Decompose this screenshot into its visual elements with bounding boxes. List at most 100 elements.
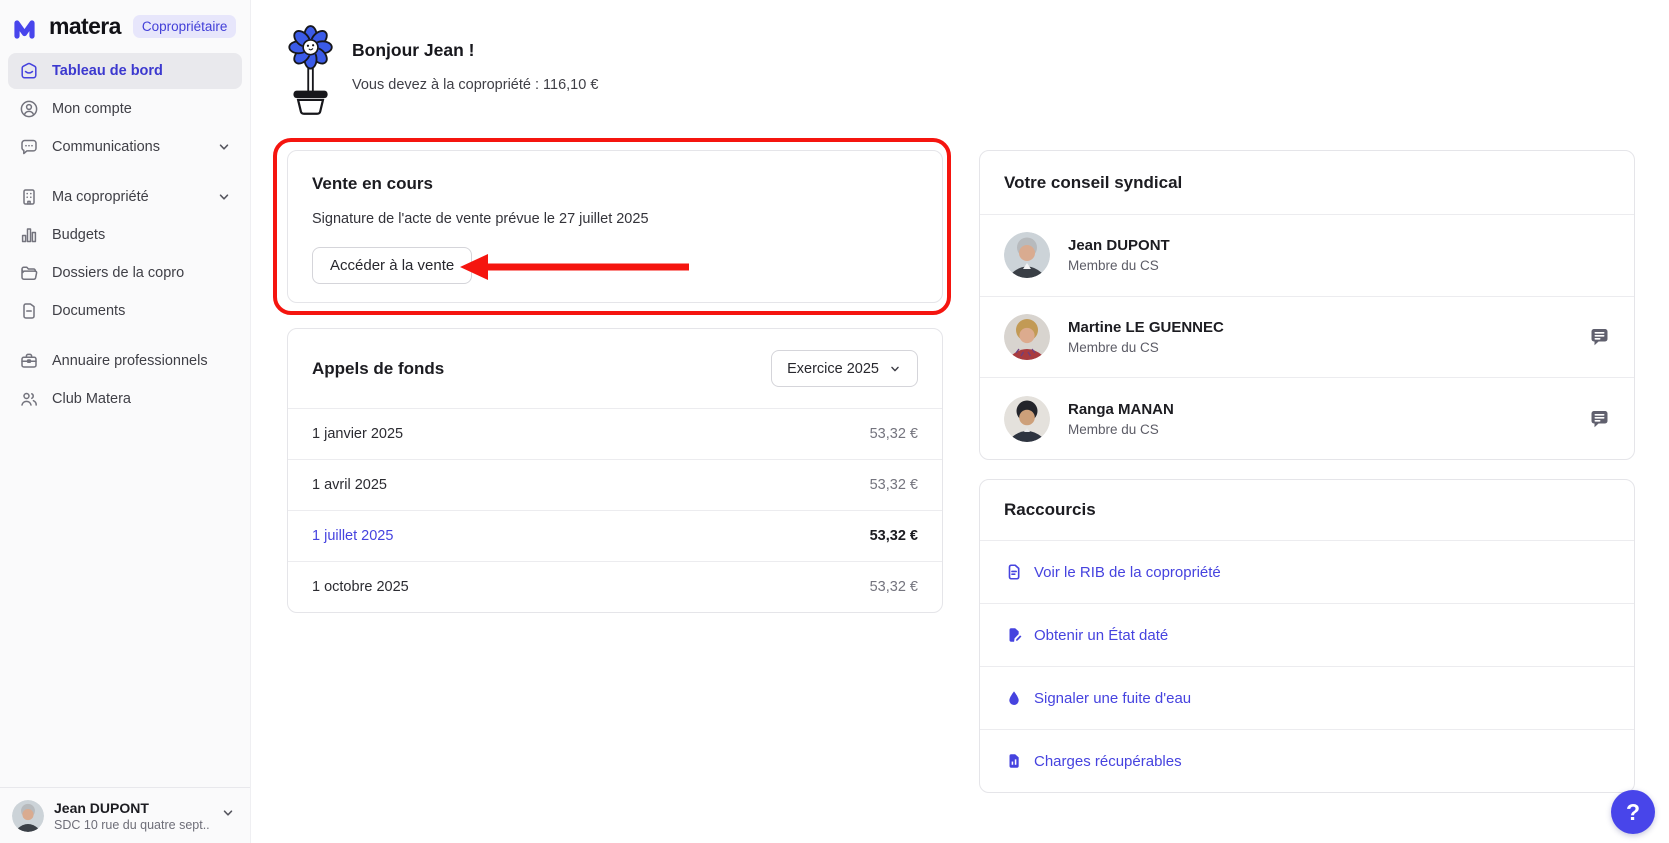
chevron-down-icon [220,805,236,826]
role-badge: Copropriétaire [133,15,237,38]
logo-wordmark: matera [49,13,121,40]
member-role: Membre du CS [1068,258,1610,273]
document-edit-icon [1004,626,1023,645]
member-avatar [1004,232,1050,278]
member-name: Ranga MANAN [1068,401,1570,418]
sidebar-item-tableau-de-bord[interactable]: Tableau de bord [8,53,242,89]
matera-dashboard: matera Copropriétaire Tableau de bord Mo… [0,0,1669,843]
member-texts: Ranga MANAN Membre du CS [1068,401,1570,437]
user-subtitle: SDC 10 rue du quatre sept... [54,818,210,832]
funds-row-date-link[interactable]: 1 juillet 2025 [312,528,393,544]
chevron-down-icon [216,139,232,155]
shortcut-water-leak[interactable]: Signaler une fuite d'eau [980,666,1634,729]
chevron-down-icon [888,362,902,376]
users-icon [18,389,39,410]
member-role: Membre du CS [1068,340,1570,355]
exercise-year-label: Exercice 2025 [787,361,879,377]
member-name: Jean DUPONT [1068,237,1610,254]
sidebar-item-label: Club Matera [52,391,232,407]
member-texts: Martine LE GUENNEC Membre du CS [1068,319,1570,355]
sidebar-item-mon-compte[interactable]: Mon compte [8,91,242,127]
sidebar-item-dossiers[interactable]: Dossiers de la copro [8,255,242,291]
sidebar-item-budgets[interactable]: Budgets [8,217,242,253]
shortcut-label: Charges récupérables [1034,753,1182,770]
council-member-row: Martine LE GUENNEC Membre du CS [980,296,1634,378]
sidebar-item-ma-copropriete[interactable]: Ma copropriété [8,179,242,215]
shortcut-label: Signaler une fuite d'eau [1034,690,1191,707]
shortcut-charges[interactable]: Charges récupérables [980,729,1634,792]
flower-pot-illustration [287,22,335,120]
sidebar-item-club-matera[interactable]: Club Matera [8,381,242,417]
funds-card-header: Appels de fonds Exercice 2025 [288,329,942,408]
help-button[interactable]: ? [1611,790,1655,834]
council-card-title: Votre conseil syndical [1004,173,1182,193]
member-role: Membre du CS [1068,422,1570,437]
sidebar-item-label: Ma copropriété [52,189,203,205]
council-member-row: Jean DUPONT Membre du CS [980,214,1634,296]
chat-message-icon [1589,326,1610,347]
briefcase-icon [18,351,39,372]
funds-row-date: 1 avril 2025 [312,477,387,493]
sale-card-description: Signature de l'acte de vente prévue le 2… [312,211,918,227]
matera-logo-icon[interactable] [14,15,40,39]
funds-row-date: 1 janvier 2025 [312,426,403,442]
user-avatar [12,800,44,832]
sidebar-item-label: Annuaire professionnels [52,353,232,369]
inbox-icon [18,61,39,82]
shortcuts-card-header: Raccourcis [980,480,1634,540]
user-texts: Jean DUPONT SDC 10 rue du quatre sept... [54,800,210,832]
page-greeting: Bonjour Jean ! [352,40,475,61]
exercise-year-dropdown[interactable]: Exercice 2025 [771,350,918,387]
council-card-header: Votre conseil syndical [980,151,1634,214]
sale-card-title: Vente en cours [312,174,918,194]
sidebar-item-label: Tableau de bord [52,63,232,79]
funds-card: Appels de fonds Exercice 2025 1 janvier … [287,328,943,613]
sidebar-user-menu[interactable]: Jean DUPONT SDC 10 rue du quatre sept... [0,787,250,843]
chevron-down-icon [216,189,232,205]
funds-row-date: 1 octobre 2025 [312,579,409,595]
user-name: Jean DUPONT [54,800,210,816]
council-card: Votre conseil syndical Jean DUPONT Membr… [979,150,1635,460]
shortcut-etat-date[interactable]: Obtenir un État daté [980,603,1634,666]
document-icon [1004,563,1023,582]
member-name: Martine LE GUENNEC [1068,319,1570,336]
sidebar-item-label: Communications [52,139,203,155]
sidebar-nav: Tableau de bord Mon compte Communication… [0,53,250,417]
funds-row-current: 1 juillet 2025 53,32 € [288,510,942,561]
access-sale-button[interactable]: Accéder à la vente [312,247,472,284]
shortcut-label: Voir le RIB de la copropriété [1034,564,1221,581]
council-member-row: Ranga MANAN Membre du CS [980,377,1634,459]
funds-row-amount: 53,32 € [870,528,918,544]
logo-row: matera Copropriétaire [0,0,250,40]
sidebar-item-label: Mon compte [52,101,232,117]
water-drop-icon [1004,689,1023,708]
sidebar-item-label: Dossiers de la copro [52,265,232,281]
message-member-button[interactable] [1588,326,1610,348]
message-member-button[interactable] [1588,408,1610,430]
member-avatar [1004,396,1050,442]
shortcut-view-rib[interactable]: Voir le RIB de la copropriété [980,540,1634,603]
sidebar-item-label: Budgets [52,227,232,243]
funds-row-amount: 53,32 € [870,477,918,493]
sidebar-item-documents[interactable]: Documents [8,293,242,329]
folder-icon [18,263,39,284]
sidebar: matera Copropriétaire Tableau de bord Mo… [0,0,251,843]
debt-line: Vous devez à la copropriété : 116,10 € [352,77,598,93]
chat-message-icon [1589,408,1610,429]
sidebar-item-annuaire[interactable]: Annuaire professionnels [8,343,242,379]
user-circle-icon [18,99,39,120]
member-avatar [1004,314,1050,360]
building-icon [18,187,39,208]
shortcuts-card-title: Raccourcis [1004,500,1096,520]
document-icon [18,301,39,322]
document-chart-icon [1004,752,1023,771]
shortcuts-card: Raccourcis Voir le RIB de la copropriété… [979,479,1635,793]
bar-chart-icon [18,225,39,246]
sidebar-item-label: Documents [52,303,232,319]
funds-row: 1 janvier 2025 53,32 € [288,408,942,459]
funds-row-amount: 53,32 € [870,426,918,442]
member-texts: Jean DUPONT Membre du CS [1068,237,1610,273]
funds-row-amount: 53,32 € [870,579,918,595]
sidebar-item-communications[interactable]: Communications [8,129,242,165]
funds-row: 1 avril 2025 53,32 € [288,459,942,510]
